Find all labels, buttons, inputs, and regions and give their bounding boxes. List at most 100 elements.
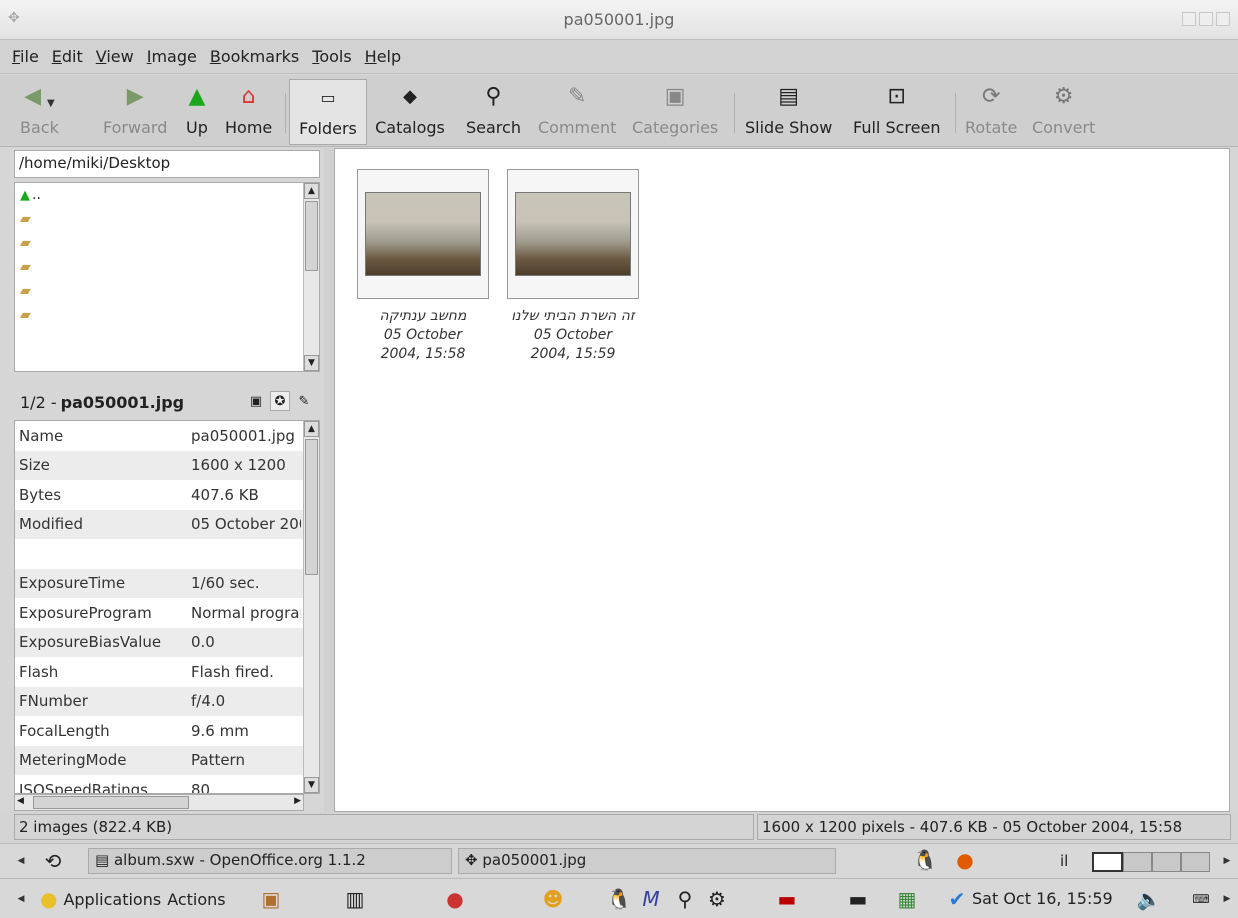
progress-bar-icon[interactable]: ▬ bbox=[836, 885, 880, 913]
show-desktop-icon[interactable]: ⟲ bbox=[38, 847, 68, 875]
image-info-header: 1/2 - pa050001.jpg ▣ ✪ ✎ bbox=[14, 385, 320, 419]
search-icon: ⚲ bbox=[485, 83, 502, 109]
task-gthumb[interactable]: ✥ pa050001.jpg bbox=[458, 848, 836, 874]
actions-menu[interactable]: Actions bbox=[167, 890, 225, 909]
pane-splitter[interactable] bbox=[324, 148, 334, 812]
image-preview-icon[interactable]: ▣ bbox=[246, 391, 266, 411]
keyboard-layout-indicator[interactable]: il bbox=[1060, 852, 1068, 870]
folder-icon: ▭ bbox=[320, 87, 336, 107]
table-row: Bytes 407.6 KB bbox=[19, 485, 259, 504]
workspace-switcher[interactable] bbox=[1092, 852, 1210, 872]
workspace-2[interactable] bbox=[1123, 852, 1152, 872]
fullscreen-icon: ⊡ bbox=[887, 83, 906, 109]
tuxpaint-icon[interactable]: 🐧 bbox=[604, 885, 634, 913]
home-button[interactable]: ⌂ Home bbox=[225, 79, 272, 145]
rotate-icon: ⟳ bbox=[981, 83, 1001, 109]
tree-labels-blank bbox=[45, 211, 173, 361]
thumbnail-frame[interactable] bbox=[357, 169, 489, 299]
scroll-thumb[interactable] bbox=[305, 439, 318, 575]
search-button[interactable]: ⚲ Search bbox=[466, 79, 521, 145]
panel-hide-left-icon[interactable]: ◀ bbox=[16, 888, 26, 910]
image-search-icon[interactable]: ⚲ bbox=[670, 885, 700, 913]
catalogs-button[interactable]: ◆ Catalogs bbox=[371, 79, 449, 145]
workspace-1[interactable] bbox=[1092, 852, 1123, 872]
firefox-icon[interactable]: ● bbox=[950, 846, 980, 874]
people-icon[interactable]: ☻ bbox=[538, 885, 568, 913]
rotate-button[interactable]: ⟳ Rotate bbox=[965, 79, 1017, 145]
minimize-button[interactable] bbox=[1182, 12, 1196, 26]
scroll-thumb[interactable] bbox=[33, 796, 189, 809]
task-openoffice[interactable]: ▤ album.sxw - OpenOffice.org 1.1.2 bbox=[88, 848, 452, 874]
back-arrow-icon: ◀ ▼ bbox=[24, 83, 55, 109]
menu-tools[interactable]: Tools bbox=[312, 47, 351, 66]
volume-icon[interactable]: 🔈 bbox=[1134, 885, 1164, 913]
menu-bookmarks[interactable]: Bookmarks bbox=[210, 47, 299, 66]
network-icon[interactable]: ✔ bbox=[942, 885, 972, 913]
table-row: FocalLength 9.6 mm bbox=[19, 721, 249, 740]
terminal-icon[interactable]: ▥ bbox=[340, 885, 370, 913]
panel-hide-left-icon[interactable]: ◀ bbox=[16, 850, 26, 872]
settings-gears-icon[interactable]: ⚙ bbox=[702, 885, 732, 913]
scroll-down-icon[interactable]: ▼ bbox=[304, 355, 319, 371]
workspace-4[interactable] bbox=[1181, 852, 1210, 872]
usb-key-icon[interactable]: ▬ bbox=[772, 885, 802, 913]
apple-icon[interactable]: ● bbox=[440, 885, 470, 913]
folder-tree[interactable]: ▲ .. ▰ ▰ ▰ ▰ ▰ ▲ ▼ bbox=[14, 182, 320, 372]
menu-image[interactable]: Image bbox=[147, 47, 197, 66]
folders-button[interactable]: ▭ Folders bbox=[289, 79, 367, 145]
up-arrow-icon: ▲ bbox=[20, 187, 30, 203]
up-button[interactable]: ▲ Up bbox=[186, 79, 208, 145]
panel-hide-right-icon[interactable]: ▶ bbox=[1222, 850, 1232, 872]
applications-menu[interactable]: ● Applications Actions bbox=[40, 887, 226, 911]
menu-view[interactable]: View bbox=[96, 47, 134, 66]
menu-file[interactable]: File bbox=[12, 47, 39, 66]
scroll-right-icon[interactable]: ▶ bbox=[294, 796, 301, 806]
books-icon[interactable]: ▦ bbox=[892, 885, 922, 913]
table-row: ExposureBiasValue 0.0 bbox=[15, 627, 319, 657]
properties-scrollbar[interactable]: ▲ ▼ bbox=[303, 421, 319, 793]
slideshow-icon: ▤ bbox=[778, 83, 800, 109]
properties-hscrollbar[interactable]: ◀ ▶ bbox=[14, 794, 304, 811]
thumbnail-image bbox=[365, 192, 481, 276]
thumbnail-item[interactable]: זה השרת הביתי שלנו 05 October 2004, 15:5… bbox=[507, 169, 639, 364]
close-button[interactable] bbox=[1216, 12, 1230, 26]
thumbnail-image bbox=[515, 192, 631, 276]
thumbnail-item[interactable]: מחשב ענתיקה 05 October 2004, 15:58 bbox=[357, 169, 489, 364]
table-row bbox=[15, 539, 319, 569]
categories-button[interactable]: ▣ Categories bbox=[632, 79, 718, 145]
thumbnail-caption: זה השרת הביתי שלנו 05 October 2004, 15:5… bbox=[511, 308, 635, 362]
table-row: ExposureTime 1/60 sec. bbox=[15, 568, 319, 598]
folder-icon: ▰ bbox=[20, 307, 31, 323]
scroll-thumb[interactable] bbox=[305, 201, 318, 271]
back-button[interactable]: ◀ ▼ Back bbox=[20, 79, 59, 145]
folder-icon: ▰ bbox=[20, 235, 31, 251]
location-path[interactable]: /home/miki/Desktop bbox=[14, 150, 320, 178]
convert-button[interactable]: ⚙ Convert bbox=[1032, 79, 1095, 145]
comment-button[interactable]: ✎ Comment bbox=[538, 79, 616, 145]
table-row: Flash Flash fired. bbox=[19, 662, 274, 681]
scroll-up-icon[interactable]: ▲ bbox=[304, 183, 319, 199]
fullscreen-button[interactable]: ⊡ Full Screen bbox=[853, 79, 940, 145]
menu-help[interactable]: Help bbox=[365, 47, 401, 66]
menu-edit[interactable]: Edit bbox=[52, 47, 83, 66]
music-m-icon[interactable]: M bbox=[636, 885, 666, 913]
forward-button[interactable]: ▶ Forward bbox=[103, 79, 167, 145]
tree-item-parent[interactable]: ▲ .. bbox=[15, 183, 319, 207]
scroll-up-icon[interactable]: ▲ bbox=[304, 421, 319, 437]
maximize-button[interactable] bbox=[1199, 12, 1213, 26]
keyboard-applet-icon[interactable]: ⌨ bbox=[1186, 885, 1216, 913]
clock[interactable]: Sat Oct 16, 15:59 bbox=[972, 889, 1113, 908]
main-panel: ◀ ● Applications Actions ▣ ▥ ● ☻ 🐧 M ⚲ ⚙… bbox=[0, 878, 1238, 918]
tree-scrollbar[interactable]: ▲ ▼ bbox=[303, 183, 319, 371]
thumbnail-frame[interactable] bbox=[507, 169, 639, 299]
exif-info-icon[interactable]: ✪ bbox=[270, 391, 290, 411]
scroll-left-icon[interactable]: ◀ bbox=[17, 796, 24, 806]
panel-hide-right-icon[interactable]: ▶ bbox=[1222, 888, 1232, 910]
slideshow-button[interactable]: ▤ Slide Show bbox=[745, 79, 832, 145]
package-icon[interactable]: ▣ bbox=[256, 885, 286, 913]
tux-icon[interactable]: 🐧 bbox=[910, 846, 940, 874]
workspace-3[interactable] bbox=[1152, 852, 1181, 872]
comment-edit-icon[interactable]: ✎ bbox=[294, 391, 314, 411]
table-row: Size 1600 x 1200 bbox=[15, 450, 319, 480]
scroll-down-icon[interactable]: ▼ bbox=[304, 777, 319, 793]
